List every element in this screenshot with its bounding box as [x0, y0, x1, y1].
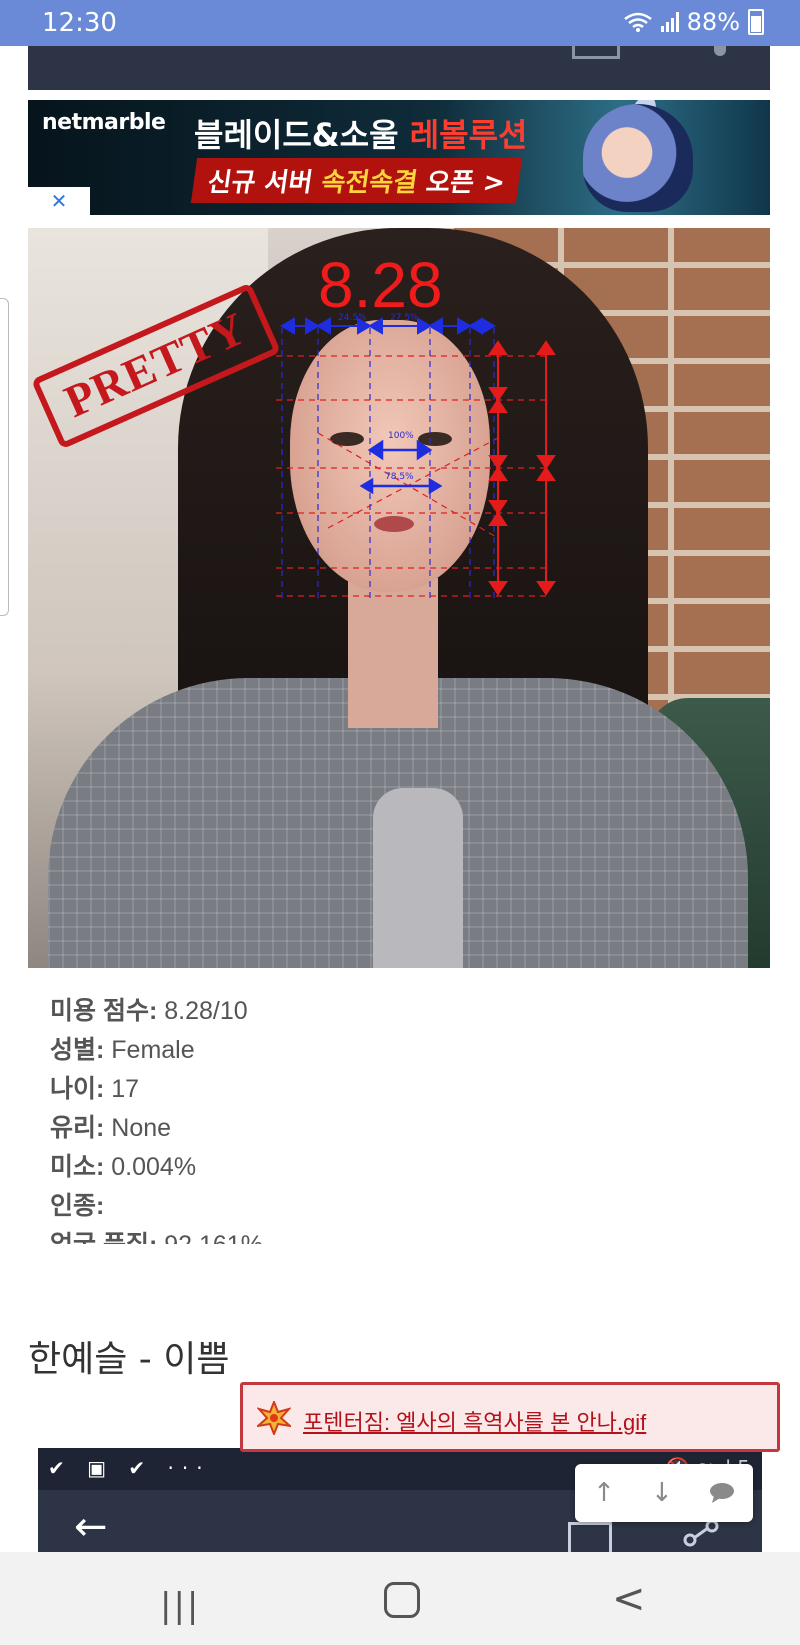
result-value: 17 — [104, 1075, 140, 1103]
status-icons: 88% — [623, 8, 764, 36]
ad-title-white: 블레이드&소울 — [194, 116, 399, 154]
more-icon[interactable] — [714, 46, 726, 56]
result-key: 유리: — [50, 1114, 105, 1142]
result-value: 92.161% — [157, 1231, 263, 1244]
ad-title: 블레이드&소울 레볼루션 — [194, 110, 527, 156]
result-row: 인종: — [50, 1187, 770, 1226]
battery-icon — [748, 9, 764, 35]
status-time: 12:30 — [42, 8, 117, 38]
embedded-share-icon — [683, 1519, 719, 1547]
app-toolbar — [28, 46, 770, 90]
result-row: 미소: 0.004% — [50, 1148, 770, 1187]
result-value: None — [104, 1114, 172, 1142]
floating-nav: ↑ ↓ — [575, 1464, 753, 1522]
embedded-status-left: ✔ ▣ ✔ ··· — [48, 1456, 211, 1480]
ad-controls: ✕ i — [28, 187, 90, 215]
ad-close-icon[interactable]: ✕ — [51, 189, 68, 213]
ad-character-image — [583, 104, 693, 212]
embedded-save-icon — [568, 1522, 612, 1554]
result-row: 미용 점수: 8.28/10 — [50, 992, 770, 1031]
battery-percent: 88% — [686, 8, 740, 36]
hot-post-toast[interactable]: 포텐터짐: 엘사의 흑역사를 본 안나.gif — [240, 1382, 780, 1452]
result-value: Female — [104, 1036, 195, 1064]
result-row: 성별: Female — [50, 1031, 770, 1070]
status-bar: 12:30 88% — [0, 0, 800, 46]
result-value: 8.28/10 — [157, 997, 248, 1025]
result-row: 얼굴 품질: 92.161% — [50, 1226, 770, 1244]
result-key: 나이: — [50, 1075, 105, 1103]
explosion-icon — [257, 1401, 291, 1435]
embedded-back-icon: ← — [74, 1504, 108, 1550]
wifi-icon — [623, 12, 652, 32]
analysis-results: 미용 점수: 8.28/10 성별: Female 나이: 17 유리: Non… — [50, 992, 770, 1244]
ad-banner[interactable]: netmarble 블레이드&소울 레볼루션 신규 서버 속전속결 오픈 > ✕… — [28, 100, 770, 215]
ad-subtitle: 신규 서버 속전속결 오픈 > — [190, 158, 523, 203]
result-key: 미소: — [50, 1153, 105, 1181]
signal-icon — [660, 12, 679, 32]
post-heading: 한예슬 - 이쁨 — [28, 1339, 230, 1380]
save-icon[interactable] — [572, 46, 620, 59]
scroll-down-button[interactable]: ↓ — [651, 1478, 673, 1508]
recent-apps-button[interactable]: ||| — [160, 1586, 200, 1626]
result-row: 유리: None — [50, 1109, 770, 1148]
result-value: 0.004% — [104, 1153, 197, 1181]
result-key: 성별: — [50, 1036, 105, 1064]
result-key: 미용 점수: — [50, 997, 158, 1025]
result-row: 나이: 17 — [50, 1070, 770, 1109]
measure-label-4: 78.5% — [385, 472, 414, 482]
ad-subtitle-white: 신규 서버 — [205, 168, 315, 198]
back-button[interactable]: < — [612, 1576, 646, 1622]
result-key: 인종: — [50, 1192, 105, 1220]
ad-brand: netmarble — [42, 110, 166, 135]
analysis-photo: 24.5% 27.5% 100% 78.5% 8.28 PRETTY — [28, 228, 770, 968]
home-button[interactable] — [384, 1582, 420, 1618]
measure-label-3: 100% — [388, 431, 414, 441]
ad-title-red: 레볼루션 — [409, 116, 528, 154]
comment-icon[interactable] — [709, 1482, 735, 1504]
system-nav-bar: ||| < — [0, 1552, 800, 1645]
edge-panel-handle[interactable] — [0, 298, 9, 616]
result-key: 얼굴 품질: — [50, 1231, 157, 1244]
ad-subtitle-yellow: 속전속결 — [319, 168, 420, 198]
scroll-up-button[interactable]: ↑ — [593, 1478, 615, 1508]
ad-subtitle-end: 오픈 > — [424, 168, 507, 198]
beauty-score: 8.28 — [318, 249, 443, 321]
toast-link[interactable]: 포텐터짐: 엘사의 흑역사를 본 안나.gif — [303, 1405, 646, 1437]
